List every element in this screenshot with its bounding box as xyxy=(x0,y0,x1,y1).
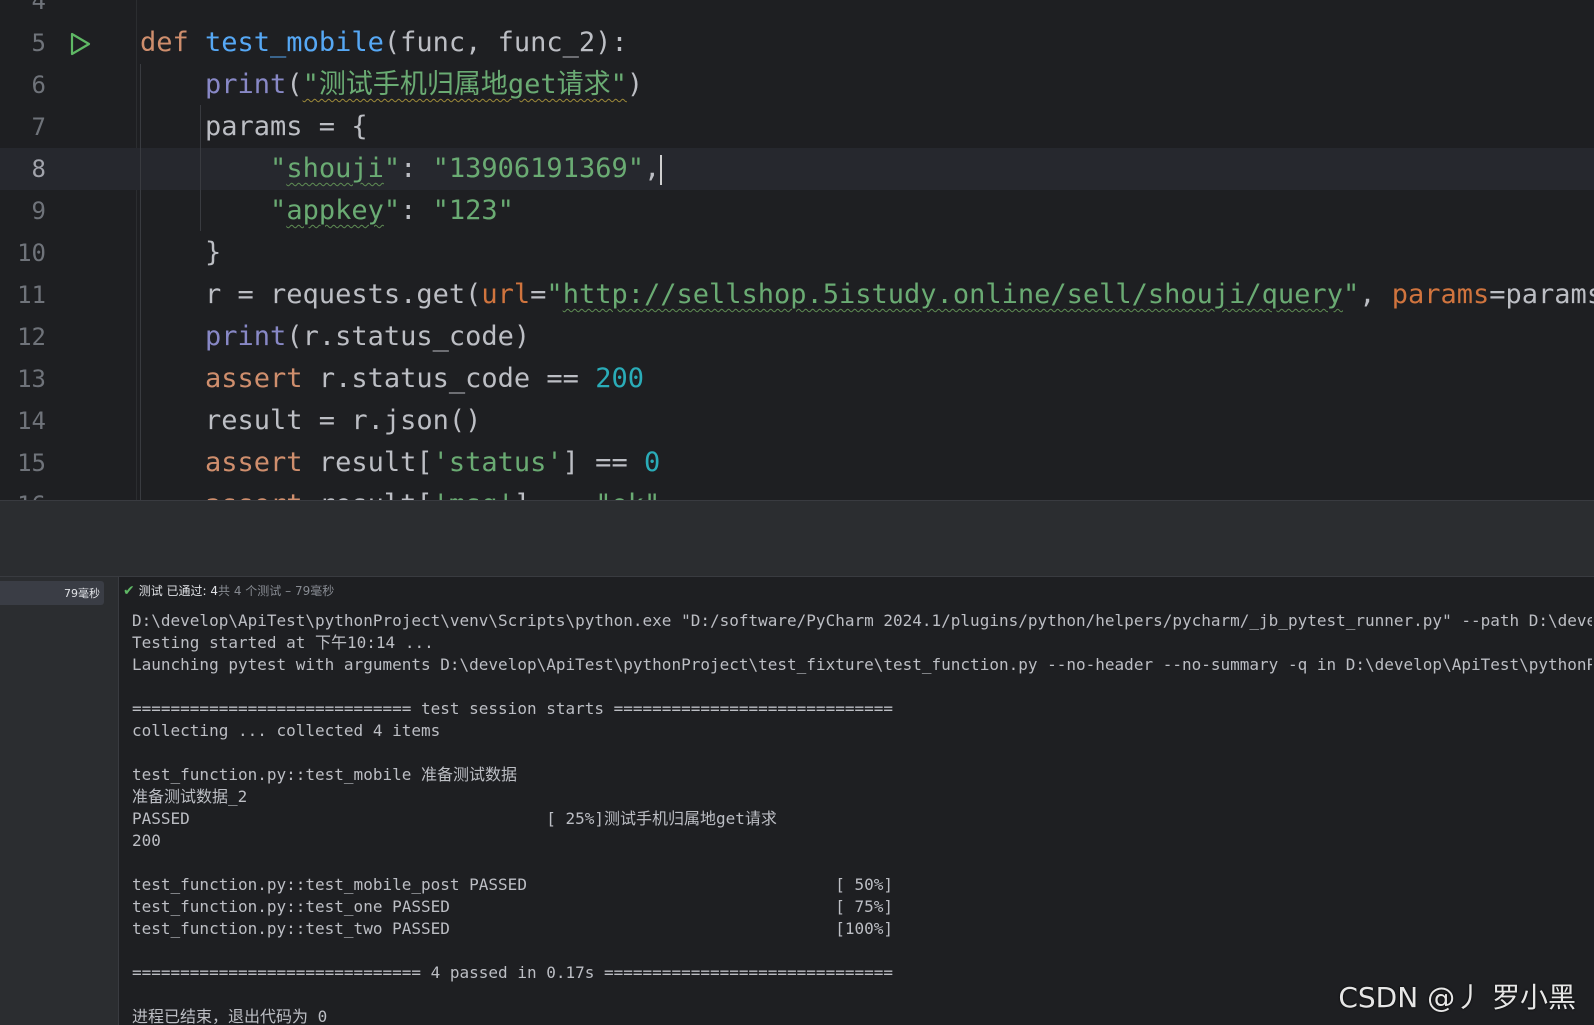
code-text: assert r.status_code == 200 xyxy=(205,363,644,394)
line-number: 13 xyxy=(17,365,46,393)
text-cursor xyxy=(660,154,663,185)
console-line: 准备测试数据_2 xyxy=(132,787,248,806)
console-line: PASSED [ 25%]测试手机归属地get请求 xyxy=(132,809,777,828)
test-status-bar: ✔ 测试 已通过: 4共 4 个测试 – 79毫秒 xyxy=(119,577,1594,605)
watermark: CSDN @丿 罗小黑 xyxy=(1338,981,1576,1014)
console-line: test_function.py::test_one PASSED [ 75%] xyxy=(132,897,893,916)
console-line: D:\develop\ApiTest\pythonProject\venv\Sc… xyxy=(132,611,1592,630)
line-number: 6 xyxy=(31,71,46,99)
code-text: def test_mobile(func, func_2): xyxy=(140,27,628,58)
code-line[interactable]: 12 print(r.status_code) xyxy=(0,316,1594,358)
code-text: r = requests.get(url="http://sellshop.5i… xyxy=(140,279,1594,310)
code-line[interactable]: 10 } xyxy=(0,232,1594,274)
code-line[interactable]: 9 "appkey": "123" xyxy=(0,190,1594,232)
line-number: 11 xyxy=(17,281,46,309)
panel-splitter[interactable] xyxy=(0,500,1594,542)
code-line[interactable]: 5 def test_mobile(func, func_2): xyxy=(0,22,1594,64)
console-line: Launching pytest with arguments D:\devel… xyxy=(132,655,1592,674)
console-line: test_function.py::test_mobile_post PASSE… xyxy=(132,875,893,894)
code-text: params = { xyxy=(140,111,368,142)
check-icon: ✔ xyxy=(123,583,135,599)
code-text: assert result['msg'] == "ok" xyxy=(140,484,660,500)
console-line: test_function.py::test_two PASSED [100%] xyxy=(132,919,893,938)
code-line[interactable]: 15 assert result['status'] == 0 xyxy=(0,442,1594,484)
indent-guide xyxy=(200,105,201,231)
line-number: 15 xyxy=(17,449,46,477)
console-line: Testing started at 下午10:14 ... xyxy=(132,633,434,652)
run-gutter-icon[interactable] xyxy=(68,32,92,56)
status-count: 共 4 个测试 – 79毫秒 xyxy=(218,584,335,598)
indent-guide xyxy=(140,64,141,500)
line-number: 5 xyxy=(31,29,46,57)
status-passed: 测试 已通过: 4 xyxy=(138,584,219,598)
console-output[interactable]: D:\develop\ApiTest\pythonProject\venv\Sc… xyxy=(132,610,1592,1025)
line-number: 4 xyxy=(31,0,46,15)
test-duration: 79毫秒 xyxy=(64,587,100,600)
console-line: 200 xyxy=(132,831,161,850)
line-number: 8 xyxy=(31,155,46,183)
code-line[interactable]: 4 xyxy=(0,0,1594,22)
code-text: "shouji": "13906191369", xyxy=(270,153,663,185)
test-tree[interactable]: 79毫秒 xyxy=(0,577,119,1025)
line-number: 9 xyxy=(31,197,46,225)
code-line[interactable]: 13 assert r.status_code == 200 xyxy=(0,358,1594,400)
code-line[interactable]: 8 "shouji": "13906191369", xyxy=(0,148,1594,190)
line-number: 16 xyxy=(0,484,46,500)
console-line: collecting ... collected 4 items xyxy=(132,721,441,740)
line-number: 10 xyxy=(17,239,46,267)
code-text: result = r.json() xyxy=(140,405,482,436)
console-line: ============================= test sessi… xyxy=(132,699,893,718)
code-line[interactable]: 16 assert result['msg'] == "ok" xyxy=(0,484,1594,500)
code-editor[interactable]: 4 5 def test_mobile(func, func_2): 6 print(… xyxy=(0,0,1594,500)
console-line: test_function.py::test_mobile 准备测试数据 xyxy=(132,765,517,784)
line-number: 14 xyxy=(17,407,46,435)
code-text: print(r.status_code) xyxy=(205,321,531,352)
code-text: "appkey": "123" xyxy=(270,195,514,226)
code-line[interactable]: 11 r = requests.get(url="http://sellshop… xyxy=(0,274,1594,316)
code-line[interactable]: 6 print("测试手机归属地get请求") xyxy=(0,64,1594,106)
line-number: 12 xyxy=(17,323,46,351)
code-line[interactable]: 7 params = { xyxy=(0,106,1594,148)
run-toolbar xyxy=(0,541,1594,577)
code-line[interactable]: 14 result = r.json() xyxy=(0,400,1594,442)
line-number: 7 xyxy=(31,113,46,141)
code-text: print("测试手机归属地get请求") xyxy=(205,69,644,100)
code-text: } xyxy=(140,237,222,268)
code-text: assert result['status'] == 0 xyxy=(205,447,661,478)
test-tree-root-row[interactable]: 79毫秒 xyxy=(0,581,104,605)
